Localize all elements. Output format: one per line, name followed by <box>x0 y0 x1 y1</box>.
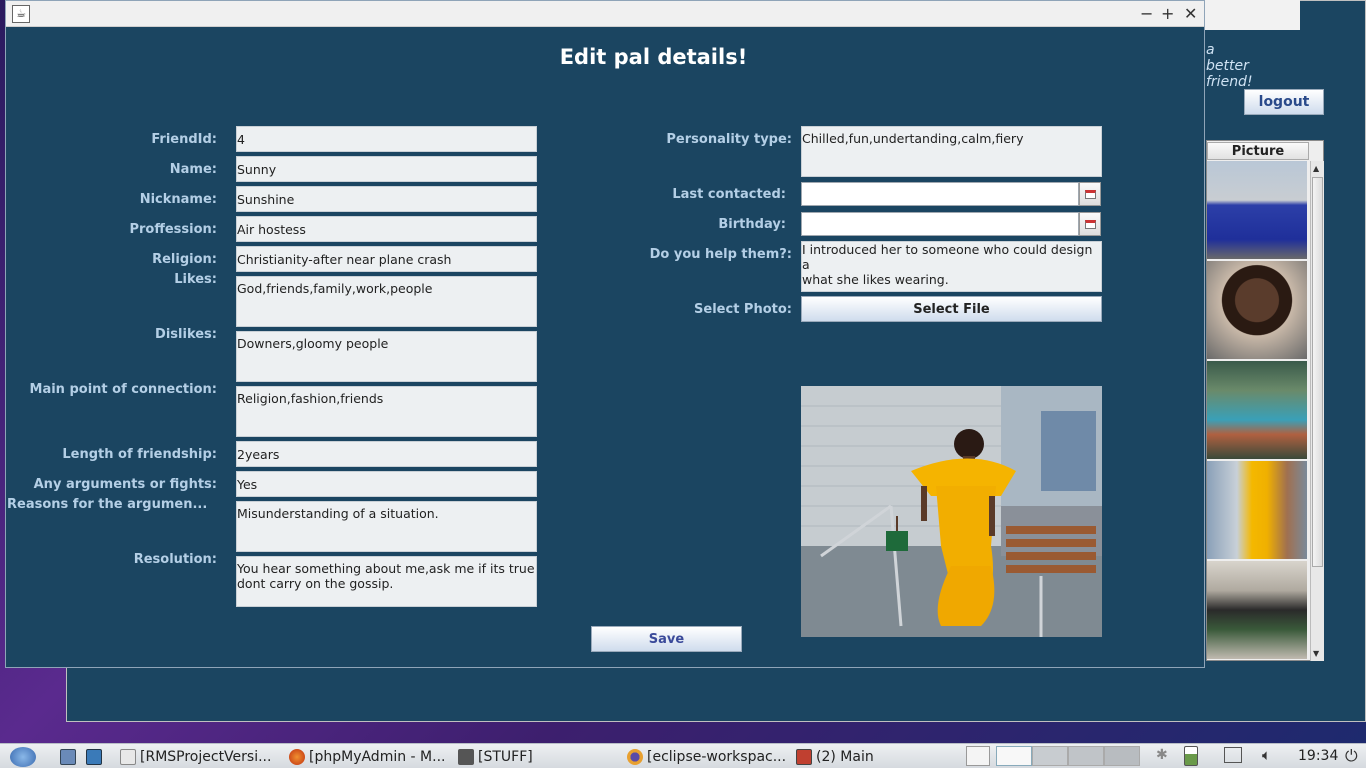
thumbnail-green-jacket[interactable] <box>1207 561 1307 659</box>
label-last-contacted: Last contacted: <box>672 187 786 202</box>
workspace-4[interactable] <box>1104 746 1140 766</box>
label-birthday: Birthday: <box>718 217 786 232</box>
taskbar-item-stuff[interactable]: [STUFF] <box>458 746 533 767</box>
show-desktop-button[interactable] <box>60 746 80 767</box>
edit-pal-dialog: ☕ − + ✕ Edit pal details! FriendId: Name… <box>5 0 1205 668</box>
taskbar-item-rmsproject[interactable]: [RMSProjectVersi... <box>120 746 271 767</box>
clock[interactable]: 19:34 <box>1298 748 1338 764</box>
resolution-textarea[interactable]: You hear something about me,ask me if it… <box>236 556 537 607</box>
label-resolution: Resolution: <box>133 552 217 567</box>
settings-icon <box>86 748 102 765</box>
workspace-2[interactable] <box>1032 746 1068 766</box>
scroll-thumb[interactable] <box>1312 177 1323 567</box>
photo-yellow-dress-woman <box>801 386 1102 637</box>
label-help: Do you help them?: <box>649 247 792 262</box>
help-textarea[interactable]: I introduced her to someone who could de… <box>801 241 1102 292</box>
taskbar-item-label: [eclipse-workspac... <box>647 748 787 765</box>
folder-icon <box>458 748 474 765</box>
picture-table: Picture ▲ ▼ <box>1206 140 1324 661</box>
label-select-photo: Select Photo: <box>694 302 792 317</box>
photo-preview <box>801 386 1102 637</box>
name-field[interactable]: Sunny <box>236 156 537 182</box>
likes-textarea[interactable]: God,friends,family,work,people <box>236 276 537 327</box>
java-icon <box>796 748 812 765</box>
friendid-field[interactable]: 4 <box>236 126 537 152</box>
reasons-textarea[interactable]: Misunderstanding of a situation. <box>236 501 537 552</box>
last-contacted-calendar-button[interactable] <box>1079 182 1101 206</box>
dialog-maximize-button[interactable]: + <box>1161 4 1174 23</box>
label-friendid: FriendId: <box>151 132 217 147</box>
dislikes-textarea[interactable]: Downers,gloomy people <box>236 331 537 382</box>
thumbnail-portrait[interactable] <box>1207 261 1307 359</box>
volume-icon[interactable]: 🔈︎ <box>1262 746 1271 764</box>
dialog-heading: Edit pal details! <box>559 45 748 69</box>
taskbar-item-label: [STUFF] <box>478 748 533 765</box>
thumbnail-blue-dress[interactable] <box>1207 161 1307 259</box>
label-reasons: Reasons for the argumen... <box>7 497 208 512</box>
dialog-close-button[interactable]: ✕ <box>1184 4 1197 23</box>
label-religion: Religion: <box>152 252 217 267</box>
label-personality: Personality type: <box>666 132 792 147</box>
desktop-icon <box>60 748 76 765</box>
select-file-button[interactable]: Select File <box>801 296 1102 322</box>
birthday-calendar-button[interactable] <box>1079 212 1101 236</box>
thumbnail-yellow-dress[interactable] <box>1207 461 1307 559</box>
main-connection-textarea[interactable]: Religion,fashion,friends <box>236 386 537 437</box>
start-menu-icon <box>10 746 36 767</box>
taskbar-item-main[interactable]: (2) Main <box>796 746 874 767</box>
thumbnail-hammock[interactable] <box>1207 361 1307 459</box>
label-likes: Likes: <box>174 272 217 287</box>
start-menu-button[interactable] <box>10 746 36 767</box>
nickname-field[interactable]: Sunshine <box>236 186 537 212</box>
picture-column-header[interactable]: Picture <box>1207 142 1309 160</box>
label-profession: Proffession: <box>129 222 217 237</box>
workspace-1[interactable] <box>996 746 1032 766</box>
scroll-up-icon[interactable]: ▲ <box>1313 164 1319 173</box>
taskbar-item-label: [phpMyAdmin - M... <box>309 748 446 765</box>
text-editor-icon <box>120 748 136 765</box>
taskbar-item-phpmyadmin[interactable]: [phpMyAdmin - M... <box>289 746 445 767</box>
religion-field[interactable]: Christianity-after near plane crash <box>236 246 537 272</box>
java-app-icon: ☕ <box>12 5 30 23</box>
label-main-connection: Main point of connection: <box>29 382 217 397</box>
taskbar-item-label: (2) Main <box>816 748 874 765</box>
label-dislikes: Dislikes: <box>155 327 217 342</box>
network-icon[interactable] <box>1224 747 1242 763</box>
workspace-3[interactable] <box>1068 746 1104 766</box>
battery-icon[interactable] <box>1184 746 1198 766</box>
workspace-switcher-icon[interactable] <box>966 746 990 766</box>
bluetooth-icon[interactable]: ✱ <box>1156 747 1168 763</box>
calendar-icon <box>1084 189 1096 199</box>
birthday-date-field[interactable] <box>801 212 1079 236</box>
picture-scrollbar[interactable]: ▲ ▼ <box>1310 161 1324 661</box>
taskbar: [RMSProjectVersi... [phpMyAdmin - M... [… <box>0 743 1366 768</box>
arguments-field[interactable]: Yes <box>236 471 537 497</box>
logout-button[interactable]: logout <box>1244 89 1324 115</box>
power-icon[interactable]: ⏻ <box>1345 746 1358 766</box>
last-contacted-date-field[interactable] <box>801 182 1079 206</box>
label-arguments: Any arguments or fights: <box>33 477 217 492</box>
label-name: Name: <box>169 162 217 177</box>
personality-textarea[interactable]: Chilled,fun,undertanding,calm,fiery <box>801 126 1102 177</box>
profession-field[interactable]: Air hostess <box>236 216 537 242</box>
save-button[interactable]: Save <box>591 626 742 652</box>
scroll-down-icon[interactable]: ▼ <box>1313 649 1319 658</box>
eclipse-icon <box>627 748 643 765</box>
firefox-icon <box>289 748 305 765</box>
length-friendship-field[interactable]: 2years <box>236 441 537 467</box>
label-length-friendship: Length of friendship: <box>62 447 217 462</box>
dialog-titlebar: ☕ − + ✕ <box>6 1 1204 27</box>
calendar-icon <box>1084 219 1096 229</box>
dialog-minimize-button[interactable]: − <box>1140 4 1153 23</box>
system-settings-button[interactable] <box>86 746 106 767</box>
label-nickname: Nickname: <box>139 192 217 207</box>
taskbar-item-label: [RMSProjectVersi... <box>140 748 272 765</box>
taskbar-item-eclipse[interactable]: [eclipse-workspac... <box>627 746 786 767</box>
workspace-pager[interactable] <box>996 746 1140 766</box>
